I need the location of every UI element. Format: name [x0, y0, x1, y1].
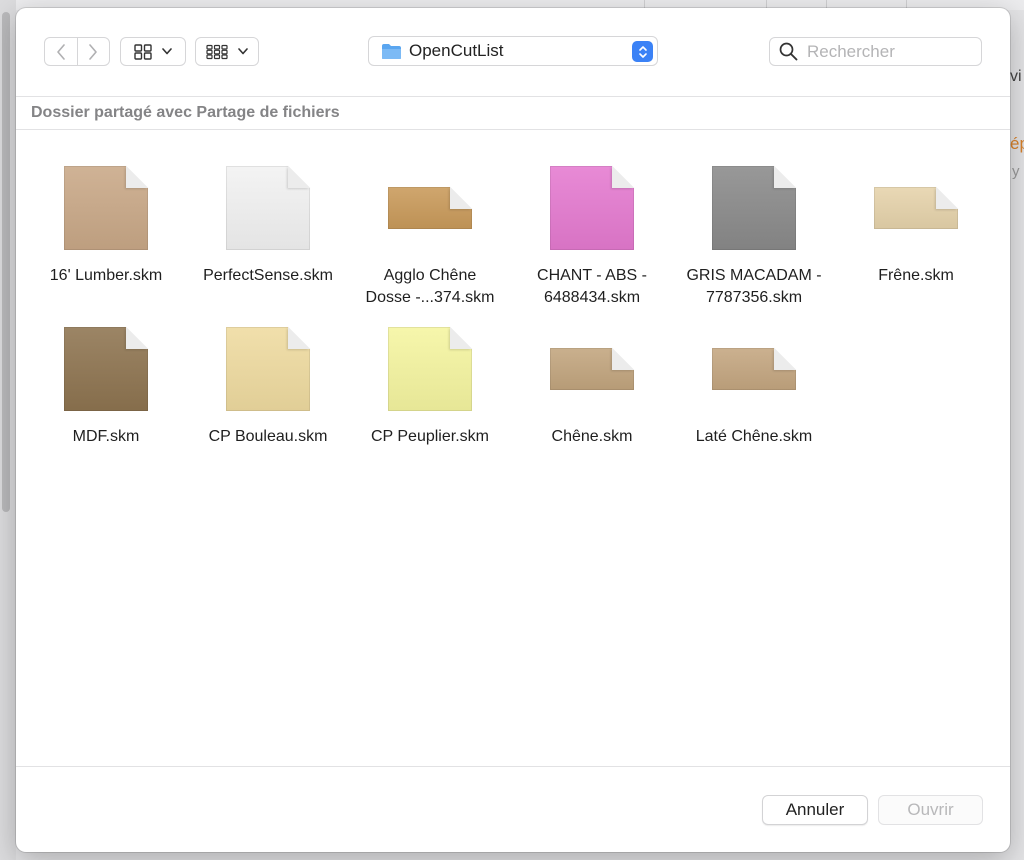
- page-fold: [288, 327, 310, 349]
- file-name: 16' Lumber.skm: [49, 267, 163, 284]
- open-file-dialog: OpenCutList Dossier partagé avec Partage…: [16, 8, 1010, 852]
- current-folder-label: OpenCutList: [409, 41, 504, 60]
- up-down-stepper-icon: [632, 41, 653, 62]
- file-grid: 16' Lumber.skm PerfectSense.skm Agglo Chên…: [16, 130, 1010, 766]
- navigation-buttons: [44, 37, 110, 66]
- section-header: Dossier partagé avec Partage de fichiers: [16, 96, 1010, 130]
- background-window: [0, 0, 16, 860]
- file-item[interactable]: 16' Lumber.skm: [25, 166, 187, 287]
- file-name: Chêne.skm: [551, 428, 633, 445]
- grid-small-icon: [206, 44, 228, 59]
- forward-button[interactable]: [76, 38, 109, 65]
- document-icon: [226, 327, 310, 411]
- document-icon: [64, 166, 148, 250]
- document-icon: [874, 166, 958, 250]
- file-item[interactable]: CP Peuplier.skm: [349, 327, 511, 448]
- page-fold: [126, 166, 148, 188]
- file-item[interactable]: MDF.skm: [25, 327, 187, 448]
- file-item[interactable]: CP Bouleau.skm: [187, 327, 349, 448]
- search-input[interactable]: [807, 41, 977, 62]
- document-icon: [226, 166, 310, 250]
- file-name: Laté Chêne.skm: [695, 428, 813, 445]
- document-icon: [550, 327, 634, 411]
- file-name: CHANT - ABS - 6488434.skm: [537, 267, 647, 306]
- document-icon: [712, 327, 796, 411]
- file-name: MDF.skm: [72, 428, 140, 445]
- icon-view-button[interactable]: [120, 37, 186, 66]
- file-item[interactable]: GRIS MACADAM - 7787356.skm: [673, 166, 835, 309]
- page-fold: [288, 166, 310, 188]
- background-text: vi: [1010, 68, 1022, 85]
- page-fold: [450, 187, 472, 209]
- file-item[interactable]: Chêne.skm: [511, 327, 673, 448]
- dialog-toolbar: OpenCutList: [16, 8, 1010, 96]
- back-button[interactable]: [45, 38, 77, 65]
- file-item[interactable]: Laté Chêne.skm: [673, 327, 835, 448]
- folder-icon: [382, 43, 401, 59]
- open-button[interactable]: Ouvrir: [878, 795, 983, 825]
- page-fold: [774, 166, 796, 188]
- search-icon: [779, 42, 798, 61]
- document-icon: [64, 327, 148, 411]
- file-item[interactable]: PerfectSense.skm: [187, 166, 349, 287]
- page-fold: [936, 187, 958, 209]
- dialog-footer: Annuler Ouvrir: [16, 766, 1010, 852]
- background-text: ép: [1010, 134, 1024, 153]
- document-icon: [712, 166, 796, 250]
- cancel-button[interactable]: Annuler: [762, 795, 868, 825]
- page-fold: [612, 166, 634, 188]
- document-icon: [388, 327, 472, 411]
- folder-location-select[interactable]: OpenCutList: [368, 36, 658, 66]
- search-field[interactable]: [769, 37, 982, 66]
- document-icon: [388, 166, 472, 250]
- page-fold: [774, 348, 796, 370]
- group-view-button[interactable]: [195, 37, 259, 66]
- file-item[interactable]: Agglo Chêne Dosse -...374.skm: [349, 166, 511, 309]
- file-name: CP Peuplier.skm: [371, 428, 489, 445]
- file-name: Agglo Chêne Dosse -...374.skm: [365, 267, 495, 306]
- chevron-right-icon: [89, 43, 98, 60]
- page-fold: [450, 327, 472, 349]
- file-name: CP Bouleau.skm: [208, 428, 328, 445]
- file-name: GRIS MACADAM - 7787356.skm: [686, 267, 822, 306]
- page-fold: [126, 327, 148, 349]
- grid-icon: [134, 43, 152, 60]
- file-item[interactable]: Frêne.skm: [835, 166, 997, 287]
- file-item[interactable]: CHANT - ABS - 6488434.skm: [511, 166, 673, 309]
- chevron-down-icon: [238, 48, 248, 55]
- page-fold: [612, 348, 634, 370]
- background-text: y a: [1012, 163, 1024, 180]
- chevron-down-icon: [162, 48, 172, 55]
- file-name: Frêne.skm: [878, 267, 954, 284]
- chevron-left-icon: [57, 43, 65, 60]
- background-scrollbar[interactable]: [2, 12, 10, 512]
- document-icon: [550, 166, 634, 250]
- file-name: PerfectSense.skm: [203, 267, 333, 284]
